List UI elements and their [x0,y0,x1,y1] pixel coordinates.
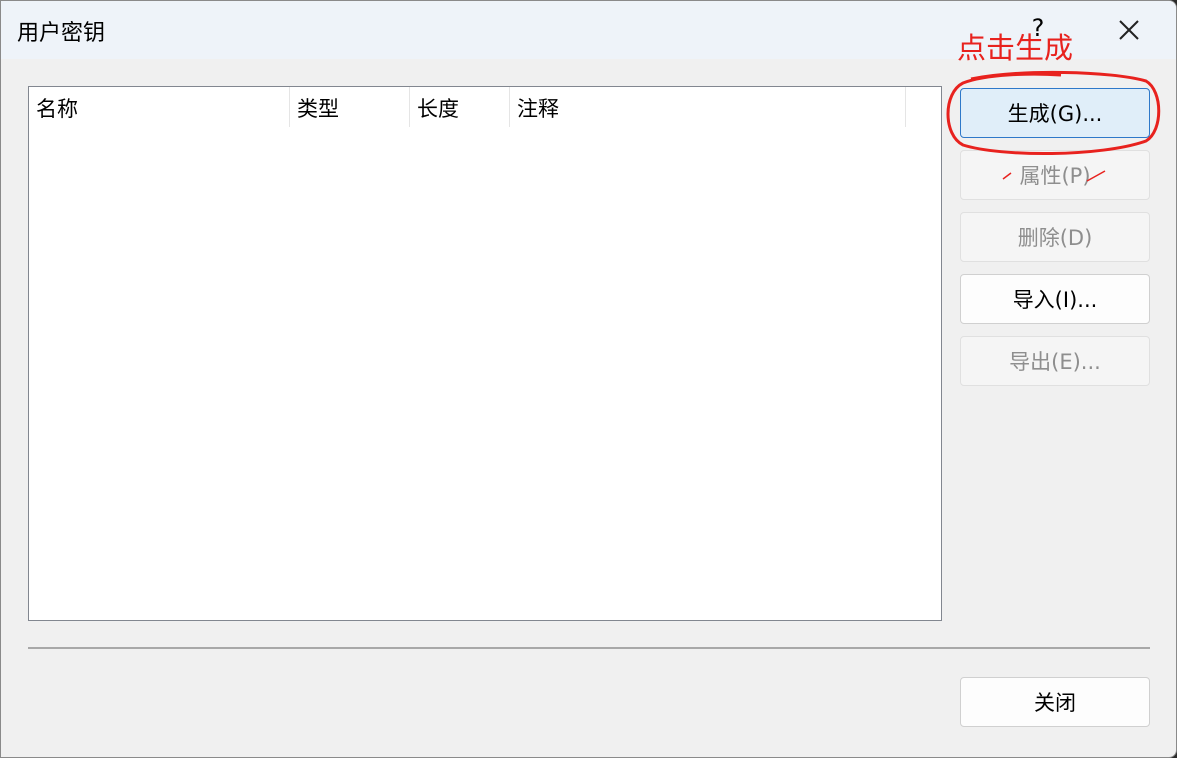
column-header-comment[interactable]: 注释 [510,87,906,127]
export-button[interactable]: 导出(E)... [960,336,1150,386]
annotation-strike-mark [1002,170,1106,182]
delete-button[interactable]: 删除(D) [960,212,1150,262]
annotation-label: 点击生成 [957,31,1074,65]
keys-list[interactable]: 名称 类型 长度 注释 [28,86,942,621]
user-keys-dialog: 用户密钥 ? 名称 类型 长度 注释 生成(G)... 属性(P) 删除(D) … [0,0,1177,758]
import-button[interactable]: 导入(I)... [960,274,1150,324]
list-header: 名称 类型 长度 注释 [29,87,907,127]
dialog-title: 用户密钥 [17,21,106,46]
separator-line [28,647,1150,649]
annotation-circle-mark [946,70,1161,156]
column-header-length[interactable]: 长度 [410,87,510,127]
close-button[interactable]: 关闭 [960,677,1150,727]
close-icon[interactable] [1109,13,1149,49]
column-header-name[interactable]: 名称 [29,87,290,127]
column-header-type[interactable]: 类型 [290,87,410,127]
